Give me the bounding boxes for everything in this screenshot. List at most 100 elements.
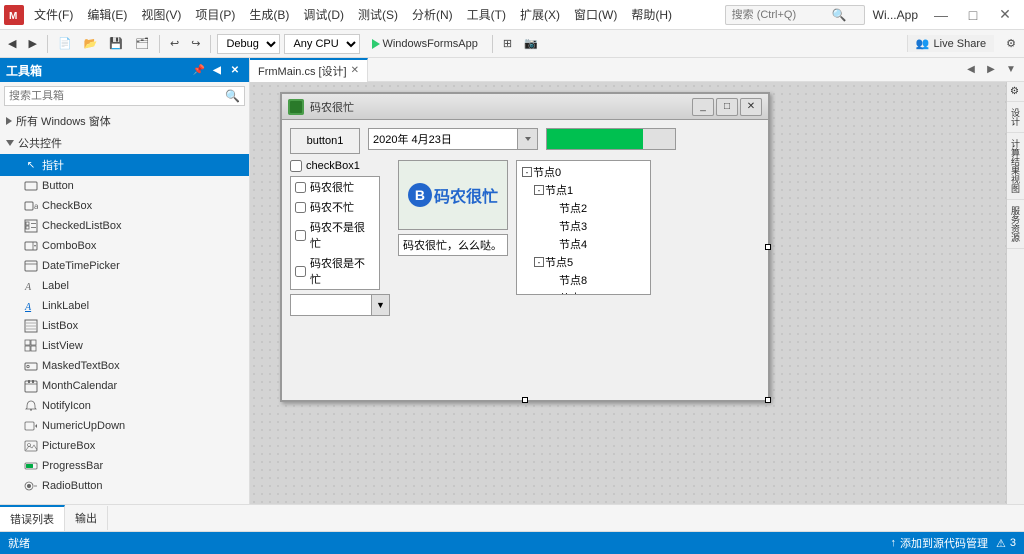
- toolbox-item-checkbox[interactable]: a CheckBox: [0, 196, 249, 216]
- toolbox-close-button[interactable]: ✕: [227, 62, 243, 78]
- checkedlist-checkbox-0[interactable]: [295, 182, 306, 193]
- v-panel-calc[interactable]: 计算结果视图: [1007, 133, 1024, 200]
- menu-test[interactable]: 测试(S): [352, 4, 404, 25]
- cpu-mode-select[interactable]: Any CPU: [284, 34, 360, 54]
- toolbox-item-radiobutton[interactable]: RadioButton: [0, 476, 249, 496]
- checkbox-input[interactable]: [290, 160, 302, 172]
- menu-build[interactable]: 生成(B): [243, 4, 295, 25]
- form-minimize-button[interactable]: _: [692, 98, 714, 116]
- tree-expand-0[interactable]: -: [521, 166, 533, 178]
- new-project-button[interactable]: 📄: [54, 35, 76, 52]
- checkedlist-item-3[interactable]: 码农很是不忙: [291, 253, 379, 289]
- menu-view[interactable]: 视图(V): [135, 4, 187, 25]
- tree-node-4[interactable]: 节点4: [519, 235, 648, 253]
- toolbox-item-progressbar[interactable]: ProgressBar: [0, 456, 249, 476]
- checkedlist-item-0[interactable]: 码农很忙: [291, 177, 379, 197]
- combo-box-dropdown-button[interactable]: ▼: [371, 295, 389, 315]
- tree-expand-5[interactable]: -: [533, 256, 545, 268]
- menu-window[interactable]: 窗口(W): [568, 4, 623, 25]
- back-button[interactable]: ◀: [4, 35, 20, 52]
- toolbox-item-button[interactable]: Button: [0, 176, 249, 196]
- form-treeview[interactable]: - 节点0 - 节点1: [516, 160, 651, 295]
- menu-file[interactable]: 文件(F): [28, 4, 79, 25]
- form-close-button[interactable]: ✕: [740, 98, 762, 116]
- toolbox-item-linklabel[interactable]: A LinkLabel: [0, 296, 249, 316]
- form-datetimepicker[interactable]: 2020年 4月23日: [368, 128, 538, 150]
- menu-extensions[interactable]: 扩展(X): [514, 4, 566, 25]
- run-button[interactable]: WindowsFormsApp: [364, 36, 485, 52]
- toolbox-group-all-windows[interactable]: 所有 Windows 窗体: [0, 110, 249, 132]
- selection-handle-mr[interactable]: [765, 244, 771, 250]
- redo-button[interactable]: ↪: [187, 35, 204, 52]
- toolbox-search-box[interactable]: 🔍: [4, 86, 245, 106]
- tree-node-9[interactable]: 节点9: [519, 289, 648, 295]
- tab-close-button[interactable]: ✕: [351, 65, 359, 76]
- save-button[interactable]: 💾: [105, 35, 127, 52]
- toolbox-item-listview[interactable]: ListView: [0, 336, 249, 356]
- toolbox-item-label[interactable]: A Label: [0, 276, 249, 296]
- form-checkedlistbox[interactable]: 码农很忙 码农不忙 码农不是很忙: [290, 176, 380, 290]
- checkedlist-checkbox-1[interactable]: [295, 202, 306, 213]
- v-panel-settings[interactable]: ⚙: [1007, 82, 1024, 102]
- bottom-tab-output[interactable]: 输出: [65, 506, 108, 530]
- form-maximize-button[interactable]: □: [716, 98, 738, 116]
- v-panel-design[interactable]: 设计: [1007, 102, 1024, 133]
- menu-tools[interactable]: 工具(T): [461, 4, 512, 25]
- toolbox-auto-hide-button[interactable]: ◀: [209, 62, 225, 78]
- datetime-dropdown-button[interactable]: [517, 129, 537, 149]
- toolbox-item-picturebox[interactable]: PictureBox: [0, 436, 249, 456]
- toolbox-item-listbox[interactable]: ListBox: [0, 316, 249, 336]
- form-button1[interactable]: button1: [290, 128, 360, 154]
- close-button[interactable]: ✕: [990, 5, 1020, 25]
- checkedlist-item-2[interactable]: 码农不是很忙: [291, 217, 379, 253]
- menu-project[interactable]: 项目(P): [189, 4, 241, 25]
- toolbox-item-notifyicon[interactable]: NotifyIcon: [0, 396, 249, 416]
- tree-node-5[interactable]: - 节点5: [519, 253, 648, 271]
- menu-debug[interactable]: 调试(D): [297, 4, 350, 25]
- maximize-button[interactable]: □: [958, 5, 988, 25]
- menu-analyze[interactable]: 分析(N): [406, 4, 459, 25]
- toolbar-extra-1[interactable]: ⊞: [499, 35, 516, 52]
- form-combobox[interactable]: ▼: [290, 294, 390, 316]
- menu-edit[interactable]: 编辑(E): [81, 4, 133, 25]
- tree-expand-1[interactable]: -: [533, 184, 545, 196]
- tree-node-8[interactable]: 节点8: [519, 271, 648, 289]
- toolbox-item-pointer[interactable]: ↖ 指针: [0, 154, 249, 176]
- checkedlist-item-1[interactable]: 码农不忙: [291, 197, 379, 217]
- forward-button[interactable]: ▶: [24, 35, 40, 52]
- title-search-box[interactable]: 🔍: [725, 5, 865, 25]
- toolbox-item-datetimepicker[interactable]: DateTimePicker: [0, 256, 249, 276]
- toolbox-item-checkedlistbox[interactable]: CheckedListBox: [0, 216, 249, 236]
- selection-handle-bm[interactable]: [522, 397, 528, 403]
- debug-mode-select[interactable]: Debug: [217, 34, 280, 54]
- bottom-tab-errors[interactable]: 错误列表: [0, 505, 65, 531]
- open-button[interactable]: 📂: [80, 35, 102, 52]
- live-share-button[interactable]: 👥 Live Share: [907, 35, 994, 52]
- toolbox-search-input[interactable]: [9, 90, 225, 102]
- toolbox-group-common[interactable]: 公共控件: [0, 132, 249, 154]
- status-git-button[interactable]: ↑ 添加到源代码管理: [891, 535, 989, 551]
- toolbox-item-monthcalendar[interactable]: MonthCalendar: [0, 376, 249, 396]
- designer-area[interactable]: 码农很忙 _ □ ✕ button1 2020年 4月: [250, 82, 1024, 504]
- toolbar-extra-2[interactable]: 📷: [520, 35, 542, 52]
- tab-menu-button[interactable]: ▼: [1002, 61, 1020, 79]
- toolbox-pin-button[interactable]: 📌: [191, 62, 207, 78]
- tab-next-button[interactable]: ▶: [982, 61, 1000, 79]
- title-search-input[interactable]: [732, 9, 832, 21]
- toolbox-item-maskedtextbox[interactable]: MaskedTextBox: [0, 356, 249, 376]
- toolbox-item-numericupdown[interactable]: NumericUpDown: [0, 416, 249, 436]
- form-textbox[interactable]: 码农很忙，么么哒。: [398, 234, 508, 256]
- minimize-button[interactable]: —: [926, 5, 956, 25]
- toolbar-settings[interactable]: ⚙: [1002, 35, 1020, 52]
- tab-prev-button[interactable]: ◀: [962, 61, 980, 79]
- status-errors[interactable]: ⚠ 3: [996, 537, 1016, 550]
- checkedlist-checkbox-3[interactable]: [295, 266, 306, 277]
- selection-handle-br[interactable]: [765, 397, 771, 403]
- tree-node-1[interactable]: - 节点1: [519, 181, 648, 199]
- tree-node-0[interactable]: - 节点0: [519, 163, 648, 181]
- undo-button[interactable]: ↩: [166, 35, 183, 52]
- tree-node-3[interactable]: 节点3: [519, 217, 648, 235]
- checkedlist-checkbox-2[interactable]: [295, 230, 306, 241]
- tree-node-2[interactable]: 节点2: [519, 199, 648, 217]
- tab-frmain-design[interactable]: FrmMain.cs [设计] ✕: [250, 58, 368, 82]
